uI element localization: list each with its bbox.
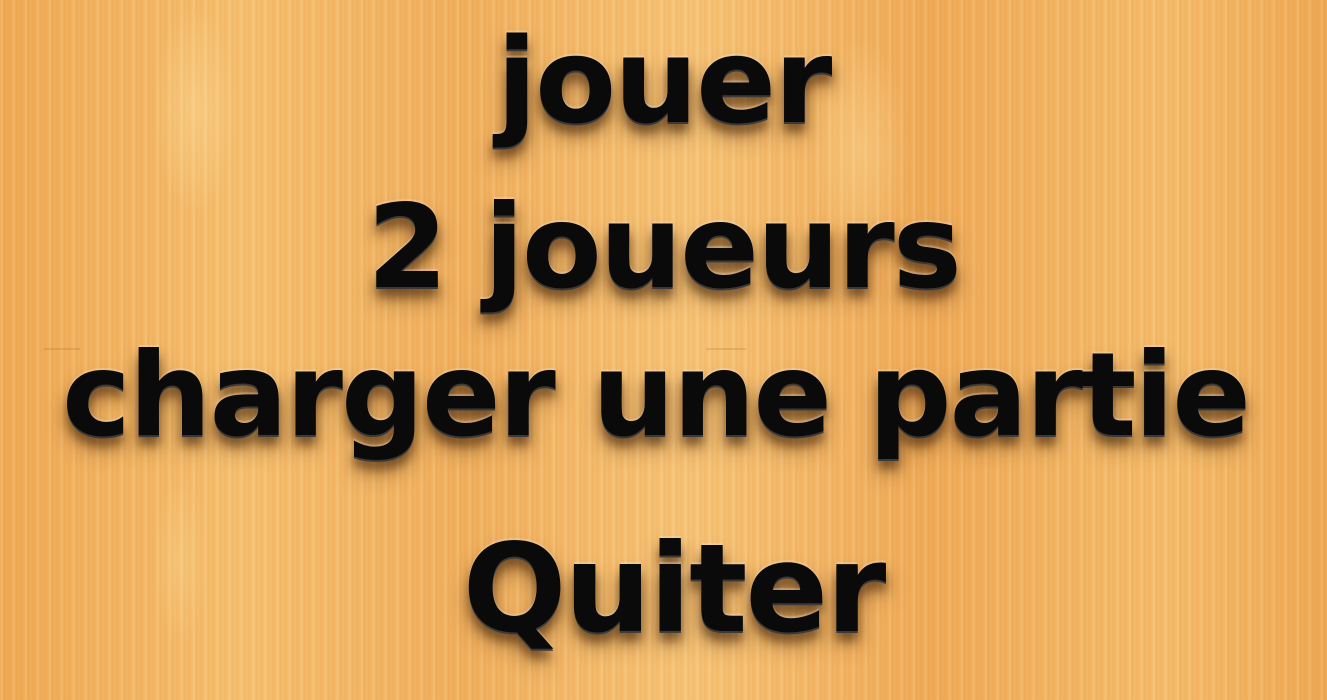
quit-button[interactable]: Quiter [10, 528, 1327, 650]
main-menu: jouer 2 joueurs charger une partie Quite… [0, 0, 1327, 700]
load-game-button[interactable]: charger une partie [0, 338, 1319, 454]
play-button[interactable]: jouer [0, 22, 1327, 140]
two-players-button[interactable]: 2 joueurs [0, 190, 1327, 306]
